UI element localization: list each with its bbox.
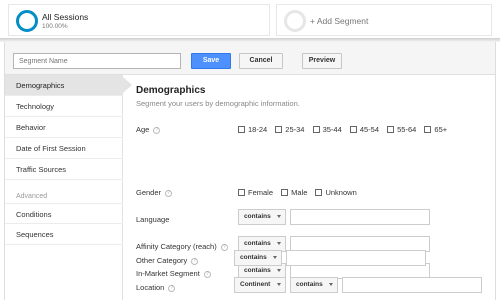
- gender-option-unknown[interactable]: Unknown: [315, 188, 357, 197]
- other-category-operator-select[interactable]: contains: [234, 250, 282, 266]
- affinity-category-label: Affinity Category (reach)?: [136, 242, 228, 251]
- help-icon[interactable]: ?: [168, 284, 176, 292]
- sidebar-section-advanced: Advanced: [16, 193, 48, 200]
- checkbox[interactable]: [238, 189, 245, 196]
- segment-strip: All Sessions 100.00% + Add Segment: [0, 0, 500, 38]
- checkbox[interactable]: [275, 126, 283, 133]
- location-operator-select[interactable]: contains: [290, 277, 338, 293]
- help-icon[interactable]: ?: [165, 189, 173, 197]
- in-market-segment-label: In-Market Segment?: [136, 269, 211, 278]
- location-label: Location?: [136, 283, 176, 292]
- age-label: Age?: [136, 125, 161, 134]
- demographics-panel: Demographics Segment your users by demog…: [124, 75, 495, 300]
- panel-heading: Demographics: [136, 85, 206, 96]
- chevron-down-icon: [277, 215, 281, 218]
- segment-category-sidebar: Demographics Technology Behavior Date of…: [5, 75, 132, 300]
- help-icon[interactable]: ?: [203, 270, 211, 278]
- chevron-down-icon: [277, 242, 281, 245]
- checkbox[interactable]: [315, 189, 323, 196]
- checkbox[interactable]: [312, 126, 320, 133]
- checkbox[interactable]: [281, 189, 289, 196]
- editor-toolbar: Save Cancel Preview: [5, 42, 495, 75]
- location-scope-select[interactable]: Continent: [234, 277, 286, 293]
- help-icon[interactable]: ?: [153, 126, 161, 134]
- sidebar-item-behavior[interactable]: Behavior: [5, 117, 123, 138]
- age-option-35-44[interactable]: 35-44: [312, 125, 342, 134]
- empty-segment-ring-icon: [284, 10, 306, 32]
- checkbox[interactable]: [238, 126, 245, 133]
- gender-row-label: Gender?: [136, 188, 173, 197]
- language-value-input[interactable]: [290, 209, 430, 225]
- age-option-55-64[interactable]: 55-64: [387, 125, 416, 134]
- age-option-65-plus[interactable]: 65+: [424, 125, 447, 134]
- chevron-down-icon: [277, 269, 281, 272]
- help-icon[interactable]: ?: [191, 257, 199, 265]
- segment-ring-icon: [16, 10, 38, 32]
- preview-button[interactable]: Preview: [302, 53, 342, 69]
- add-segment-button[interactable]: + Add Segment: [276, 4, 492, 36]
- chevron-down-icon: [277, 283, 281, 286]
- sidebar-item-technology[interactable]: Technology: [5, 96, 123, 117]
- language-operator-select[interactable]: contains: [238, 209, 286, 225]
- segment-percent: 100.00%: [42, 23, 68, 30]
- checkbox[interactable]: [349, 126, 357, 133]
- checkbox[interactable]: [424, 126, 432, 133]
- add-segment-label: + Add Segment: [310, 16, 369, 26]
- save-button[interactable]: Save: [191, 53, 231, 69]
- age-option-45-54[interactable]: 45-54: [349, 125, 379, 134]
- location-value-input[interactable]: [342, 277, 482, 293]
- other-category-label: Other Category?: [136, 256, 199, 265]
- age-checkbox-group: 18-24 25-34 35-44 45-54 55-64 65+: [238, 125, 447, 134]
- age-label-text: Age: [136, 125, 150, 134]
- sidebar-item-sequences[interactable]: Sequences: [5, 224, 123, 245]
- segment-all-sessions[interactable]: All Sessions 100.00%: [8, 4, 270, 36]
- gender-checkbox-group: Female Male Unknown: [238, 188, 357, 197]
- gender-option-male[interactable]: Male: [281, 188, 307, 197]
- cancel-button[interactable]: Cancel: [239, 53, 283, 69]
- help-icon[interactable]: ?: [220, 243, 228, 251]
- chevron-down-icon: [273, 256, 277, 259]
- chevron-down-icon: [329, 283, 333, 286]
- checkbox[interactable]: [387, 126, 395, 133]
- other-category-value-input[interactable]: [286, 250, 426, 266]
- sidebar-item-conditions[interactable]: Conditions: [5, 203, 123, 224]
- panel-subheading: Segment your users by demographic inform…: [136, 99, 300, 108]
- language-label: Language: [136, 215, 170, 224]
- segment-name: All Sessions: [42, 12, 89, 22]
- sidebar-item-date-of-first-session[interactable]: Date of First Session: [5, 138, 123, 159]
- age-option-25-34[interactable]: 25-34: [275, 125, 304, 134]
- age-option-18-24[interactable]: 18-24: [238, 125, 267, 134]
- gender-option-female[interactable]: Female: [238, 188, 273, 197]
- sidebar-item-demographics[interactable]: Demographics: [5, 75, 132, 96]
- segment-name-input[interactable]: [13, 53, 181, 69]
- sidebar-item-traffic-sources[interactable]: Traffic Sources: [5, 159, 123, 180]
